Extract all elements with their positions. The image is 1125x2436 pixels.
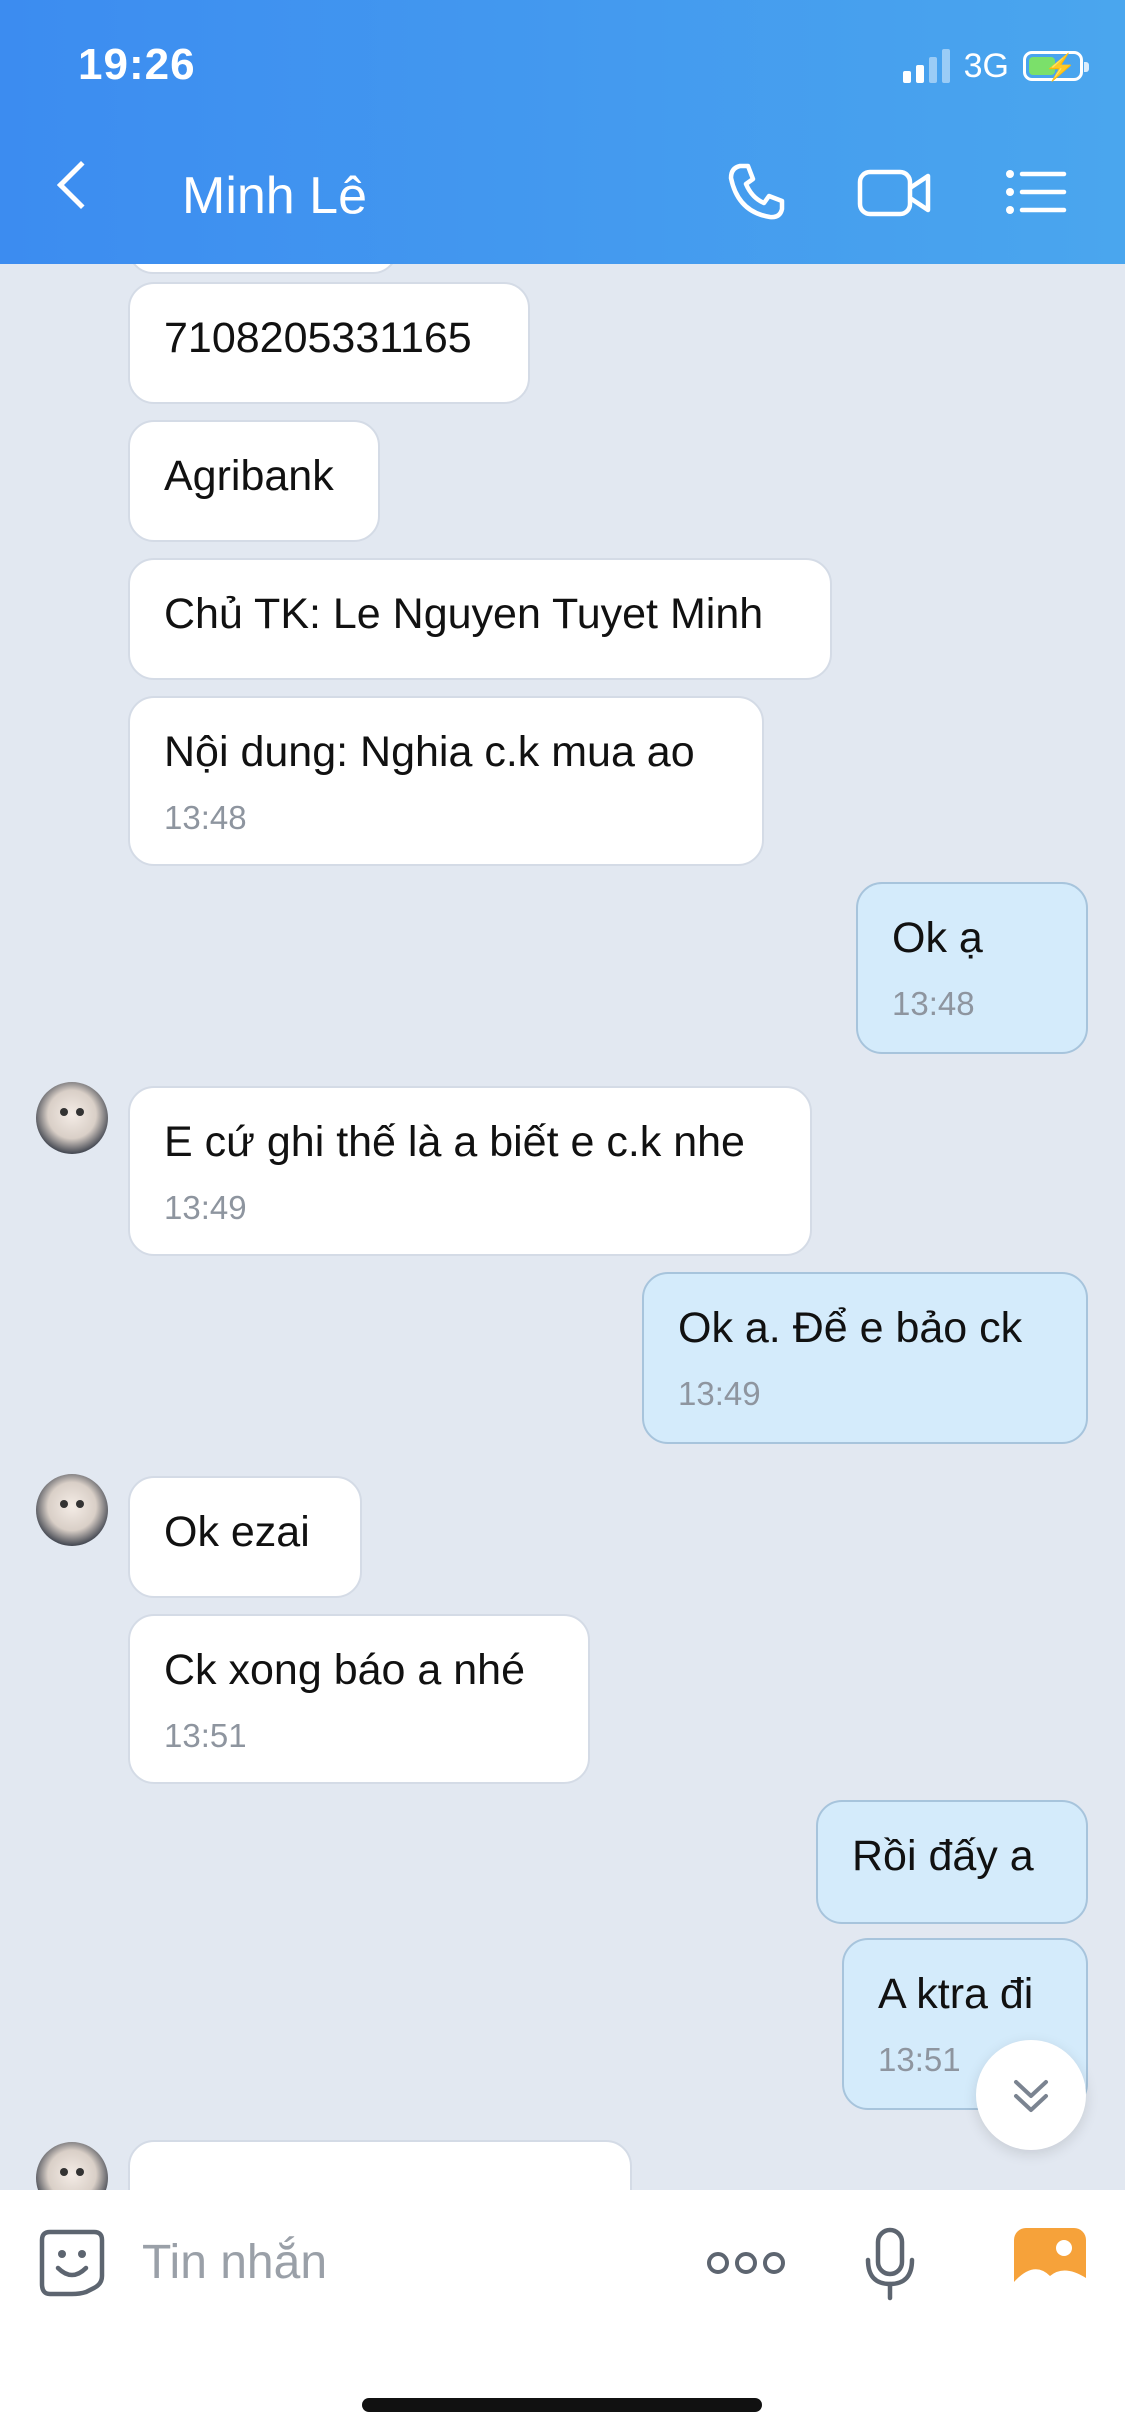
message-bubble-received[interactable]: Agribank: [128, 420, 380, 542]
message-text: A ktra đi: [878, 1970, 1034, 2018]
message-text: Ok ezai: [164, 1508, 310, 1556]
message-bubble-received[interactable]: 7108205331165: [128, 282, 530, 404]
contact-avatar[interactable]: [36, 1082, 108, 1154]
chat-header: 19:26 3G ⚡ Minh Lê: [0, 0, 1125, 264]
sticker-icon[interactable]: [36, 2226, 108, 2298]
contact-avatar[interactable]: [36, 2142, 108, 2190]
phone-icon[interactable]: [724, 160, 788, 224]
signal-icon: [902, 49, 950, 83]
more-options-icon[interactable]: [706, 2248, 786, 2278]
menu-list-icon[interactable]: [1004, 160, 1068, 224]
message-text: Chủ TK: Le Nguyen Tuyet Minh: [164, 590, 764, 638]
message-text: Rồi đấy a: [852, 1832, 1034, 1880]
contact-name[interactable]: Minh Lê: [182, 166, 367, 226]
message-time: 13:49: [678, 1375, 761, 1413]
message-list[interactable]: 7108205331165 Agribank Chủ TK: Le Nguyen…: [0, 264, 1125, 2190]
status-time: 19:26: [78, 40, 196, 89]
video-call-icon[interactable]: [856, 160, 934, 224]
message-input[interactable]: Tin nhắn: [142, 2235, 327, 2290]
message-bubble-received[interactable]: Chủ TK: Le Nguyen Tuyet Minh: [128, 558, 832, 680]
network-type: 3G: [963, 46, 1009, 85]
message-bubble-sent[interactable]: Ok a. Để e bảo ck 13:49: [642, 1272, 1088, 1444]
message-text: Agribank: [164, 452, 334, 500]
battery-icon: ⚡: [1023, 51, 1089, 82]
status-indicators: 3G ⚡: [902, 46, 1089, 86]
message-text: 7108205331165: [164, 314, 472, 362]
photo-gallery-icon[interactable]: [1012, 2226, 1088, 2296]
message-bubble-received[interactable]: Ck xong báo a nhé 13:51: [128, 1614, 590, 1784]
message-bubble-sent[interactable]: Ok ạ 13:48: [856, 882, 1088, 1054]
contact-avatar[interactable]: [36, 1474, 108, 1546]
message-time: 13:48: [892, 985, 975, 1023]
double-chevron-down-icon: [1014, 2080, 1048, 2112]
scroll-to-bottom-button[interactable]: [976, 2040, 1086, 2150]
message-text: Nội dung: Nghia c.k mua ao: [164, 728, 695, 776]
message-bubble-cut[interactable]: [128, 264, 398, 274]
message-text: Ck xong báo a nhé: [164, 1646, 525, 1694]
message-bubble-cut[interactable]: [128, 2140, 632, 2190]
message-time: 13:49: [164, 1189, 247, 1227]
message-time: 13:48: [164, 799, 247, 837]
home-indicator: [362, 2398, 762, 2412]
message-text: Ok a. Để e bảo ck: [678, 1304, 1023, 1352]
microphone-icon[interactable]: [862, 2226, 918, 2302]
message-text: Ok ạ: [892, 914, 983, 962]
back-chevron-icon[interactable]: [56, 160, 106, 210]
message-bubble-received[interactable]: Nội dung: Nghia c.k mua ao 13:48: [128, 696, 764, 866]
message-bubble-received[interactable]: E cứ ghi thế là a biết e c.k nhe 13:49: [128, 1086, 812, 1256]
message-bubble-sent[interactable]: Rồi đấy a: [816, 1800, 1088, 1924]
message-bubble-received[interactable]: Ok ezai: [128, 1476, 362, 1598]
message-text: E cứ ghi thế là a biết e c.k nhe: [164, 1118, 745, 1166]
message-time: 13:51: [164, 1717, 247, 1755]
